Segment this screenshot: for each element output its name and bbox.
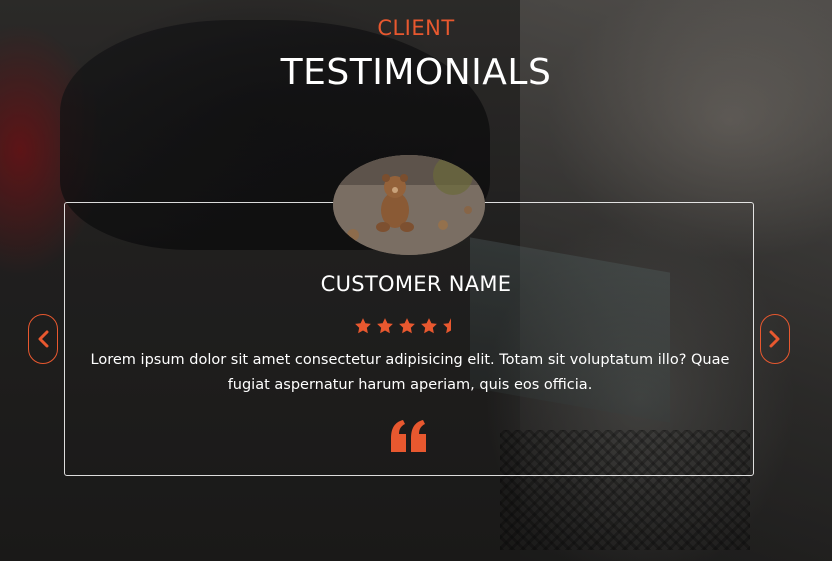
section-title: TESTIMONIALS — [280, 52, 552, 93]
teddy-bear-image — [333, 155, 485, 255]
next-testimonial-button[interactable] — [760, 314, 790, 364]
rating-stars — [354, 317, 460, 335]
customer-name: CUSTOMER NAME — [320, 272, 512, 296]
star-icon — [377, 318, 393, 334]
chevron-right-icon — [769, 330, 780, 348]
prev-testimonial-button[interactable] — [28, 314, 58, 364]
chevron-left-icon — [38, 330, 49, 348]
star-half-icon — [443, 318, 451, 334]
testimonial-text: Lorem ipsum dolor sit amet consectetur a… — [90, 352, 730, 393]
star-icon — [421, 318, 437, 334]
quote-left-icon — [391, 420, 426, 452]
section-subtitle: CLIENT — [377, 16, 455, 40]
star-icon — [355, 318, 371, 334]
customer-avatar — [333, 155, 485, 255]
star-icon — [399, 318, 415, 334]
